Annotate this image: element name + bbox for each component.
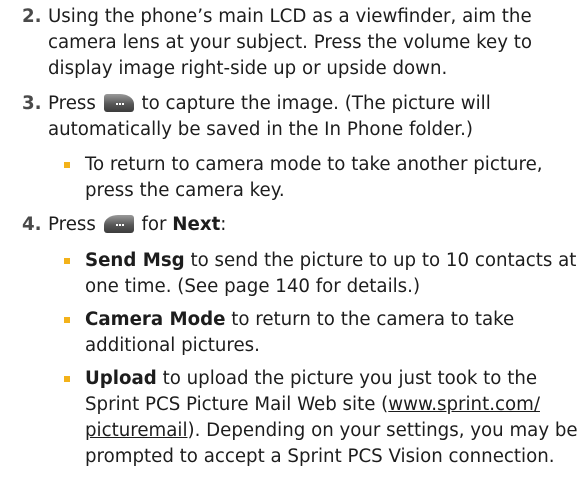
text-fragment: to return to the camera to take: [225, 309, 515, 330]
text-fragment: for: [141, 214, 167, 235]
text-fragment: Sprint PCS Picture Mail Web site (: [85, 394, 389, 415]
right-softkey-icon: [103, 215, 134, 233]
upload-label: Upload: [85, 368, 157, 389]
send-msg-label: Send Msg: [85, 250, 185, 271]
bullet-text: Send Msg to send the picture to up to 10…: [85, 248, 580, 300]
step-number: 3.: [22, 93, 42, 114]
text-line: display image right-side up or upside do…: [48, 58, 448, 79]
left-softkey-icon: [103, 94, 134, 112]
picturemail-link[interactable]: www.sprint.com/: [388, 394, 540, 415]
text-line: camera lens at your subject. Press the v…: [48, 32, 533, 53]
text-line: Press to capture the image. (The picture…: [48, 91, 580, 117]
text-line: additional pictures.: [85, 335, 260, 356]
step-text: Press for Next:: [48, 212, 580, 238]
text-line: Send Msg to send the picture to up to 10…: [85, 248, 580, 274]
text-line: automatically be saved in the In Phone f…: [48, 119, 473, 140]
bullet-marker: [64, 162, 70, 168]
picturemail-link[interactable]: picturemail: [85, 420, 188, 441]
text-fragment: to upload the picture you just took to t…: [156, 368, 538, 389]
next-label: Next: [172, 214, 221, 235]
bullet-text: Camera Mode to return to the camera to t…: [85, 307, 580, 359]
text-line: press the camera key.: [85, 180, 285, 201]
bullet-marker: [64, 258, 70, 264]
manual-page: 2. Using the phone’s main LCD as a viewf…: [0, 0, 588, 499]
press-text: Press: [48, 214, 96, 235]
step-number: 4.: [22, 214, 42, 235]
step-text: Press to capture the image. (The picture…: [48, 91, 580, 143]
step-text: Using the phone’s main LCD as a viewfind…: [48, 4, 580, 82]
text-line: one time. (See page 140 for details.): [85, 276, 421, 297]
bullet-text: To return to camera mode to take another…: [85, 152, 580, 204]
bullet-marker: [64, 376, 70, 382]
text-line: picturemail). Depending on your settings…: [85, 418, 580, 444]
text-line: Press for Next:: [48, 212, 580, 238]
text-line: Camera Mode to return to the camera to t…: [85, 307, 580, 333]
text-fragment: to send the picture to up to 10 contacts…: [184, 250, 577, 271]
step-number: 2.: [22, 6, 42, 27]
text-fragment: to capture the image. (The picture will: [141, 93, 491, 114]
text-line: Using the phone’s main LCD as a viewfind…: [48, 6, 532, 27]
press-text: Press: [48, 93, 96, 114]
bullet-text: Upload to upload the picture you just to…: [85, 366, 580, 470]
text-fragment: ). Depending on your settings, you may b…: [187, 420, 578, 441]
text-fragment: :: [220, 214, 227, 235]
camera-mode-label: Camera Mode: [85, 309, 226, 330]
text-line: Sprint PCS Picture Mail Web site (www.sp…: [85, 392, 580, 418]
bullet-marker: [64, 317, 70, 323]
text-line: prompted to accept a Sprint PCS Vision c…: [85, 446, 555, 467]
text-line: To return to camera mode to take another…: [85, 154, 543, 175]
text-line: Upload to upload the picture you just to…: [85, 366, 580, 392]
